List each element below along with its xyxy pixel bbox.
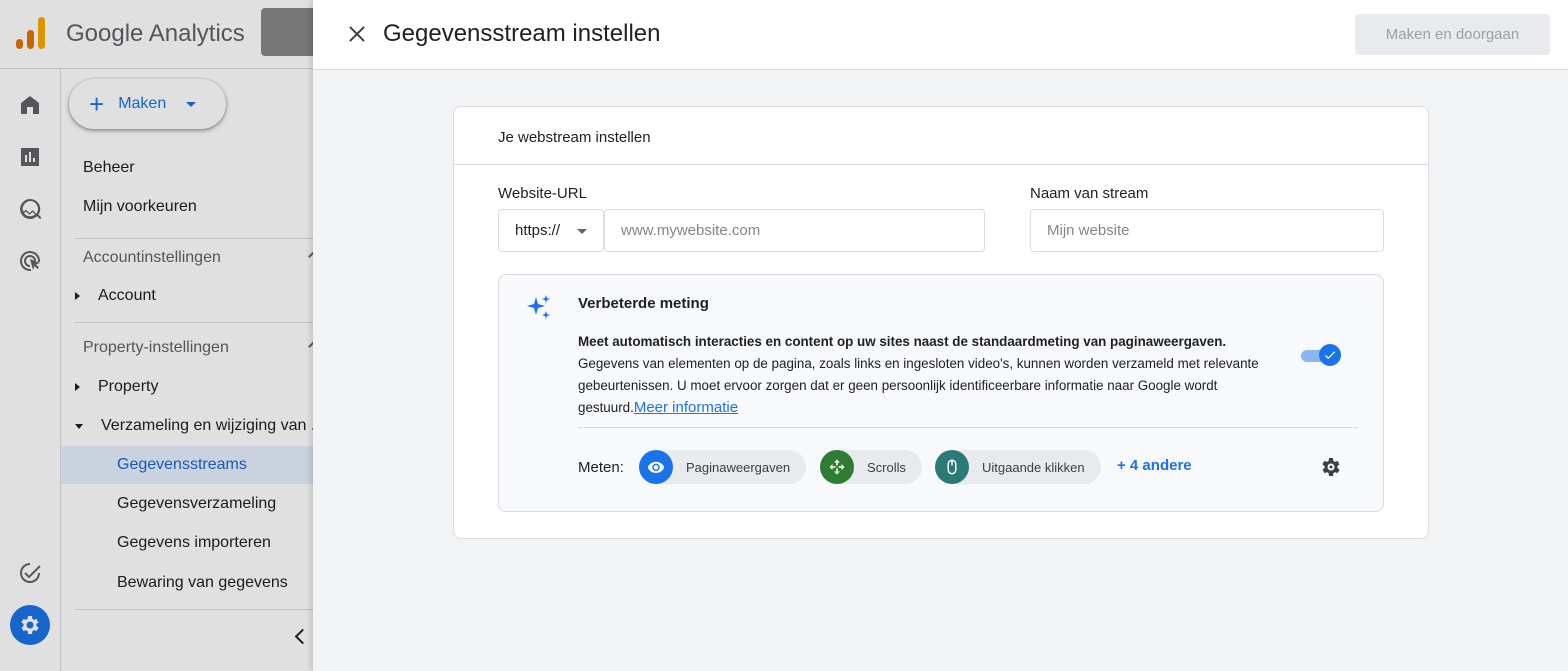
create-and-continue-button[interactable]: Maken en doorgaan xyxy=(1355,14,1550,55)
dialog-header: Gegevensstream instellen Maken en doorga… xyxy=(313,0,1568,70)
stream-name-input[interactable] xyxy=(1030,209,1384,252)
enhanced-measurement-title: Verbeterde meting xyxy=(578,295,709,312)
enhanced-measurement-panel: Verbeterde meting Meet automatisch inter… xyxy=(498,274,1384,512)
eye-icon xyxy=(639,450,673,484)
divider xyxy=(454,164,1428,165)
chip-outbound-clicks: Uitgaande klikken xyxy=(935,450,1101,484)
protocol-select[interactable]: https:// xyxy=(498,209,604,252)
description-bold: Meet automatisch interacties en content … xyxy=(578,334,1227,349)
stream-name-label: Naam van stream xyxy=(1030,185,1149,202)
modal-scrim[interactable] xyxy=(0,0,313,671)
card-title: Je webstream instellen xyxy=(498,129,651,146)
dialog-title: Gegevensstream instellen xyxy=(383,20,661,47)
chip-label: Scrolls xyxy=(867,459,907,475)
close-icon[interactable] xyxy=(347,24,367,44)
measure-label: Meten: xyxy=(578,459,624,476)
enhanced-measurement-toggle[interactable] xyxy=(1301,344,1341,366)
more-measurements-link[interactable]: + 4 andere xyxy=(1117,457,1192,474)
setup-stream-dialog: Gegevensstream instellen Maken en doorga… xyxy=(313,0,1568,671)
chevron-down-icon xyxy=(577,229,587,234)
sparkle-icon xyxy=(525,293,553,321)
chip-page-views: Paginaweergaven xyxy=(639,450,807,484)
chip-scrolls: Scrolls xyxy=(820,450,923,484)
mouse-icon xyxy=(935,450,969,484)
chip-label: Paginaweergaven xyxy=(686,459,791,475)
chip-label: Uitgaande klikken xyxy=(982,459,1085,475)
scroll-move-icon xyxy=(820,450,854,484)
check-icon xyxy=(1324,351,1336,360)
website-url-input[interactable] xyxy=(604,209,985,252)
enhanced-measurement-description: Meet automatisch interacties en content … xyxy=(578,331,1278,419)
divider xyxy=(578,427,1358,428)
toggle-thumb xyxy=(1319,344,1341,366)
gear-icon[interactable] xyxy=(1319,455,1343,479)
learn-more-link[interactable]: Meer informatie xyxy=(634,399,738,416)
website-url-label: Website-URL xyxy=(498,185,587,202)
protocol-value: https:// xyxy=(515,222,561,239)
web-stream-card: Je webstream instellen Website-URL https… xyxy=(453,106,1429,539)
